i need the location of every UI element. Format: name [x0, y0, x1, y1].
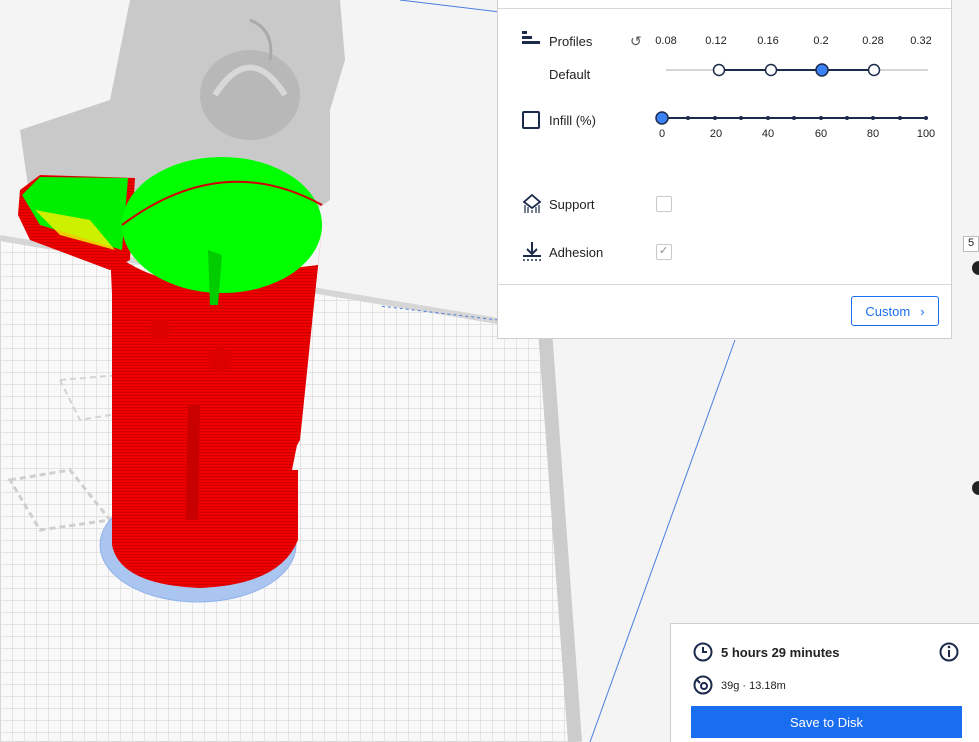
- profiles-label: Profiles: [549, 34, 593, 49]
- infill-handle[interactable]: [655, 111, 669, 125]
- save-button-label: Save to Disk: [790, 714, 863, 730]
- layer-height-label: 0.2: [813, 35, 829, 47]
- chevron-right-icon: ›: [920, 303, 925, 319]
- edge-value-field[interactable]: 5: [963, 236, 979, 252]
- infill-slider[interactable]: [653, 110, 938, 126]
- spool-icon: [693, 675, 713, 695]
- print-summary-panel: 5 hours 29 minutes 39g · 13.18m Save to …: [670, 623, 979, 742]
- infill-tick-label: 80: [866, 128, 880, 140]
- layer-height-selected[interactable]: [815, 63, 829, 77]
- support-checkbox[interactable]: [656, 196, 672, 212]
- print-time: 5 hours 29 minutes: [721, 645, 840, 660]
- infill-tick-label: 40: [761, 128, 775, 140]
- profile-name: Default: [549, 67, 591, 82]
- divider: [498, 8, 951, 9]
- custom-button-label: Custom: [865, 303, 911, 319]
- infill-tick-label: 20: [709, 128, 723, 140]
- adhesion-checkbox[interactable]: ✓: [656, 244, 672, 260]
- support-icon: [522, 194, 542, 213]
- infill-icon: [522, 111, 540, 129]
- infill-tick-label: 0: [658, 128, 666, 140]
- material-usage: 39g · 13.18m: [721, 680, 786, 692]
- checkmark-icon: ✓: [659, 245, 669, 257]
- save-to-disk-button[interactable]: Save to Disk: [691, 706, 962, 738]
- layer-height-label: 0.16: [757, 35, 779, 47]
- layer-height-option[interactable]: [867, 63, 881, 77]
- infill-tick-label: 60: [814, 128, 828, 140]
- profiles-icon: [522, 31, 540, 44]
- reset-icon[interactable]: ↺: [630, 33, 642, 50]
- adhesion-icon: [523, 242, 541, 261]
- layer-height-slider[interactable]: [658, 60, 938, 80]
- support-label: Support: [549, 197, 595, 212]
- layer-height-label: 0.12: [705, 35, 727, 47]
- infill-tick-label: 100: [916, 128, 936, 140]
- clock-icon: [693, 642, 713, 662]
- adhesion-label: Adhesion: [549, 245, 604, 260]
- custom-settings-button[interactable]: Custom ›: [851, 296, 939, 326]
- layer-height-option[interactable]: [764, 63, 778, 77]
- info-icon[interactable]: [939, 642, 959, 662]
- layer-height-label: 0.08: [655, 35, 677, 47]
- layer-height-option[interactable]: [712, 63, 726, 77]
- layer-height-label: 0.28: [862, 35, 884, 47]
- layer-height-label: 0.32: [910, 35, 932, 47]
- infill-label: Infill (%): [549, 113, 596, 128]
- divider: [498, 284, 951, 285]
- print-settings-panel: Profiles Default ↺ 0.08 0.12 0.16 0.2 0.…: [497, 0, 952, 339]
